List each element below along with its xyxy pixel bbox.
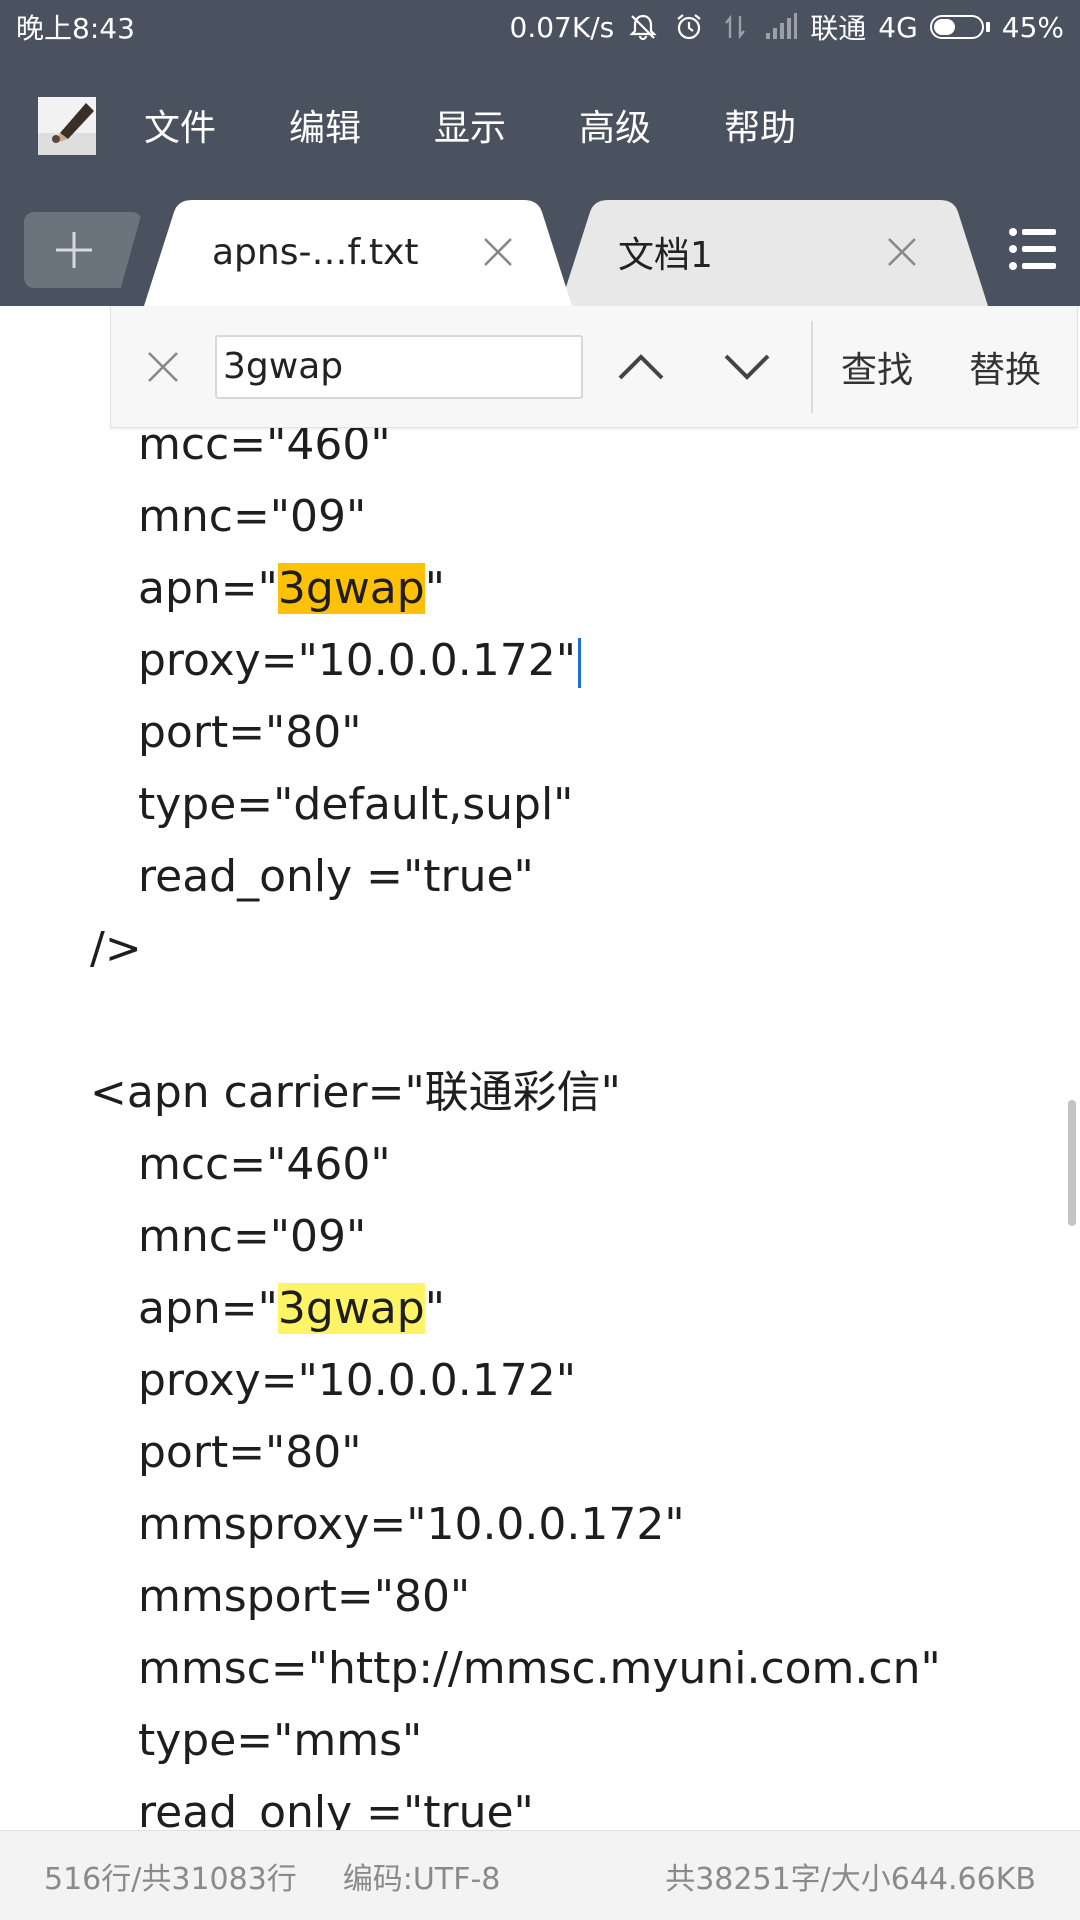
code-text: ": [424, 1283, 445, 1334]
plus-icon: [56, 232, 92, 268]
close-find-icon[interactable]: [141, 345, 185, 389]
menu-edit[interactable]: 编辑: [289, 99, 361, 151]
menu-help[interactable]: 帮助: [724, 99, 796, 151]
line-count: 516行/共31083行: [44, 1861, 297, 1897]
code-text: mnc="09": [138, 1211, 367, 1262]
menu-bar: 文件 编辑 显示 高级 帮助: [0, 54, 1080, 196]
tab-bar: 文档1 apns-…f.txt: [0, 196, 1080, 306]
code-line[interactable]: mnc="09": [90, 1201, 941, 1273]
code-text: type="mms": [138, 1715, 423, 1766]
chevron-down-icon: [724, 354, 770, 380]
code-line[interactable]: />: [90, 913, 941, 985]
tab-document1[interactable]: 文档1: [560, 198, 990, 306]
encoding-label[interactable]: 编码:UTF-8: [343, 1854, 501, 1898]
code-lines: mcc="460" mnc="09" apn="3gwap" proxy="10.0.…: [90, 409, 941, 1830]
code-text: mmsproxy="10.0.0.172": [138, 1499, 685, 1550]
code-line[interactable]: <apn carrier="联通彩信": [90, 1057, 941, 1129]
code-line[interactable]: proxy="10.0.0.172": [90, 1345, 941, 1417]
battery-icon: [929, 15, 990, 39]
tab-label-apns-file: apns-…f.txt: [212, 231, 419, 273]
code-line[interactable]: mmsproxy="10.0.0.172": [90, 1489, 941, 1561]
battery-percent: 45%: [1001, 10, 1064, 44]
chevron-up-icon: [618, 353, 664, 379]
code-line[interactable]: apn="3gwap": [90, 1273, 941, 1345]
find-button[interactable]: 查找: [841, 341, 913, 393]
text-caret: [577, 638, 581, 688]
code-text: apn=": [138, 1283, 278, 1334]
code-text: mmsc="http://mmsc.myuni.com.cn": [138, 1643, 941, 1694]
code-text: port="80": [138, 707, 362, 758]
code-line[interactable]: mmsport="80": [90, 1561, 941, 1633]
find-bar-divider: [811, 320, 813, 413]
tab-apns-file[interactable]: apns-…f.txt: [144, 198, 574, 306]
status-bar: 晚上8:43 0.07K/s 联通 4G 45%: [0, 0, 1080, 54]
menu-file[interactable]: 文件: [144, 99, 216, 151]
code-text: proxy="10.0.0.172": [138, 1355, 576, 1406]
net-speed: 0.07K/s: [509, 10, 615, 44]
code-text: apn=": [138, 563, 278, 614]
app-logo-icon[interactable]: [38, 93, 98, 157]
code-text: proxy="10.0.0.172": [138, 635, 576, 686]
code-line[interactable]: [90, 985, 941, 1057]
code-line[interactable]: port="80": [90, 697, 941, 769]
network-type: 4G: [878, 10, 918, 44]
alarm-icon: [672, 10, 706, 44]
list-menu-icon[interactable]: [1008, 226, 1058, 272]
file-size-info: 共38251字/大小644.66KB: [665, 1861, 1036, 1897]
find-previous-button[interactable]: [611, 337, 671, 397]
search-input[interactable]: [215, 334, 583, 399]
code-text: port="80": [138, 1427, 362, 1478]
find-bar: 查找 替换: [110, 306, 1078, 428]
carrier-name: 联通: [810, 12, 867, 45]
close-tab-document1-icon[interactable]: [882, 232, 922, 272]
mute-bell-icon: [626, 10, 660, 44]
code-line[interactable]: type="mms": [90, 1705, 941, 1777]
code-line[interactable]: read_only ="true": [90, 1777, 941, 1830]
close-tab-apns-file-icon[interactable]: [478, 232, 518, 272]
signal-icon: [764, 10, 798, 44]
menu-advanced[interactable]: 高级: [579, 99, 651, 151]
search-match: 3gwap: [277, 1283, 425, 1334]
scrollbar-thumb[interactable]: [1068, 1100, 1076, 1226]
code-line[interactable]: mcc="460": [90, 1129, 941, 1201]
new-tab-button[interactable]: [24, 212, 142, 288]
code-text: read_only ="true": [138, 851, 534, 902]
menu-view[interactable]: 显示: [434, 99, 506, 151]
status-time: 晚上8:43: [16, 12, 135, 45]
code-text: read_only ="true": [138, 1787, 534, 1830]
code-text: type="default,supl": [138, 779, 574, 830]
code-text: />: [90, 923, 142, 974]
status-indicators: 0.07K/s 联通 4G 45%: [510, 7, 1065, 47]
code-line[interactable]: proxy="10.0.0.172": [90, 625, 941, 697]
code-line[interactable]: apn="3gwap": [90, 553, 941, 625]
text-editor[interactable]: mcc="460" mnc="09" apn="3gwap" proxy="10.0.…: [0, 306, 1080, 1830]
tab-label-document1: 文档1: [618, 235, 713, 276]
find-next-button[interactable]: [717, 337, 777, 397]
code-text: ": [424, 563, 445, 614]
code-line[interactable]: mnc="09": [90, 481, 941, 553]
code-line[interactable]: read_only ="true": [90, 841, 941, 913]
code-text: mnc="09": [138, 491, 367, 542]
replace-button[interactable]: 替换: [969, 341, 1041, 393]
editor-status-bar: 516行/共31083行 编码:UTF-8 共38251字/大小644.66KB: [0, 1830, 1080, 1920]
code-line[interactable]: mmsc="http://mmsc.myuni.com.cn": [90, 1633, 941, 1705]
data-transfer-icon: [718, 10, 752, 44]
code-text: <apn carrier="联通彩信": [90, 1067, 621, 1118]
code-text: mmsport="80": [138, 1571, 471, 1622]
code-line[interactable]: type="default,supl": [90, 769, 941, 841]
code-text: mcc="460": [138, 1139, 391, 1190]
search-match-current: 3gwap: [277, 563, 425, 614]
code-line[interactable]: port="80": [90, 1417, 941, 1489]
